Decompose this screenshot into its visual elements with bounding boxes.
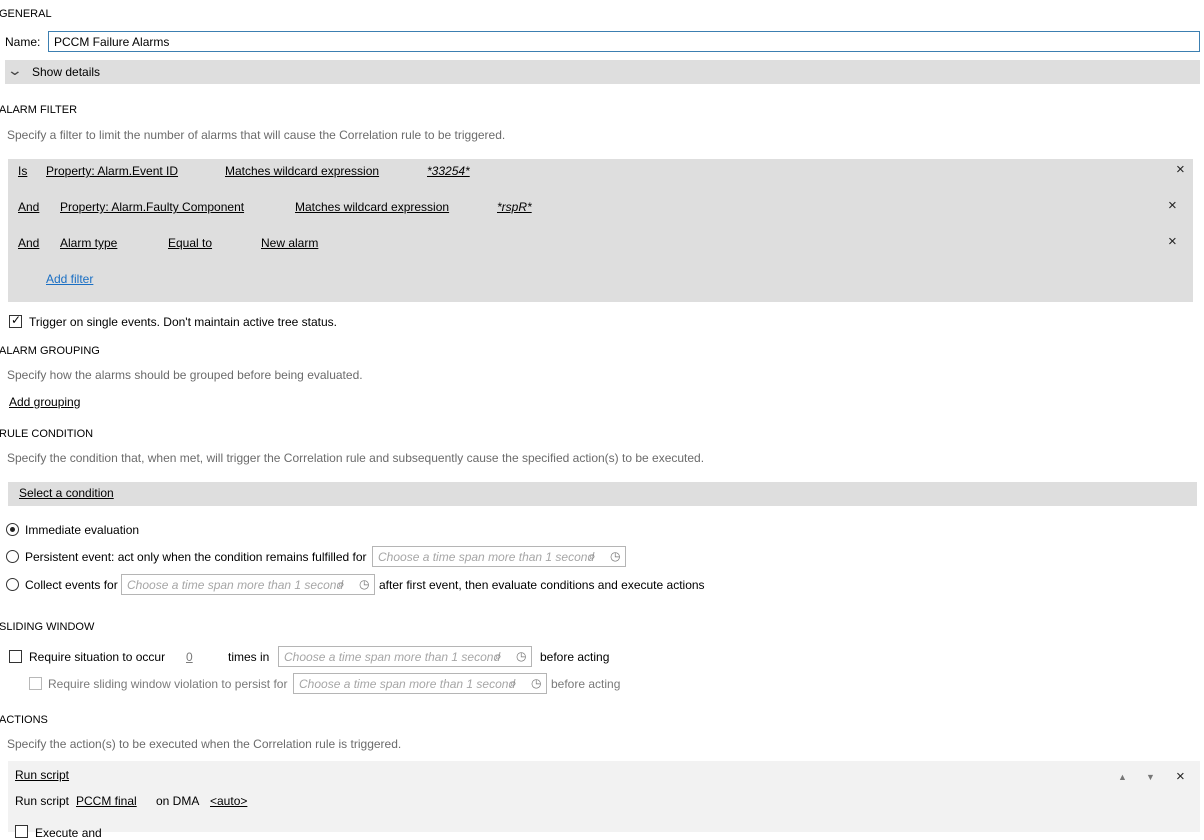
general-heading: GENERAL: [0, 8, 52, 20]
clock-icon[interactable]: ◷: [359, 577, 369, 591]
actions-heading: ACTIONS: [0, 714, 48, 726]
require-situation-checkbox[interactable]: [9, 650, 22, 663]
move-up-icon[interactable]: ▲: [1118, 772, 1127, 782]
name-label: Name:: [5, 35, 41, 49]
collect-timespan-input[interactable]: Choose a time span more than 1 second ⌕ …: [121, 574, 375, 595]
action-close-icon[interactable]: ×: [1176, 768, 1185, 785]
collect-events-label: Collect events for: [25, 578, 118, 592]
execute-label: Execute and: [35, 826, 102, 840]
show-details-label: Show details: [32, 65, 101, 79]
persistent-timespan-placeholder: Choose a time span more than 1 second: [378, 550, 595, 564]
alarm-grouping-heading: ALARM GROUPING: [0, 345, 100, 357]
alarm-filter-heading: ALARM FILTER: [0, 104, 78, 116]
violation-timespan-placeholder: Choose a time span more than 1 second: [299, 677, 516, 691]
violation-timespan-input[interactable]: Choose a time span more than 1 second ⌕ …: [293, 673, 547, 694]
situation-timespan-input[interactable]: Choose a time span more than 1 second ⌕ …: [278, 646, 532, 667]
action-title[interactable]: Run script: [15, 768, 69, 782]
alarm-filter-description: Specify a filter to limit the number of …: [7, 128, 506, 142]
show-details-bar[interactable]: ⌄ Show details: [5, 60, 1200, 84]
search-icon[interactable]: ⌕: [495, 649, 502, 664]
filter-row-2-comparison[interactable]: Matches wildcard expression: [295, 200, 449, 214]
select-condition-link[interactable]: Select a condition: [19, 486, 114, 500]
move-down-icon[interactable]: ▼: [1146, 772, 1155, 782]
filter-row-2-close-icon[interactable]: ×: [1168, 197, 1177, 214]
add-filter-link[interactable]: Add filter: [46, 272, 93, 286]
search-icon[interactable]: ⌕: [338, 577, 345, 592]
filter-row-3-comparison[interactable]: Equal to: [168, 236, 212, 250]
filter-row-1-property[interactable]: Property: Alarm.Event ID: [46, 164, 178, 178]
filter-row-1-comparison[interactable]: Matches wildcard expression: [225, 164, 379, 178]
clock-icon[interactable]: ◷: [531, 676, 541, 690]
before-acting-label: before acting: [540, 650, 610, 664]
search-icon[interactable]: ⌕: [589, 549, 596, 564]
search-icon[interactable]: ⌕: [510, 676, 517, 691]
actions-description: Specify the action(s) to be executed whe…: [7, 737, 402, 751]
clock-icon[interactable]: ◷: [516, 649, 526, 663]
rule-condition-description: Specify the condition that, when met, wi…: [7, 451, 705, 465]
alarm-grouping-description: Specify how the alarms should be grouped…: [7, 368, 363, 382]
situation-count[interactable]: 0: [186, 650, 193, 664]
persistent-event-radio[interactable]: [6, 550, 19, 563]
name-input[interactable]: [48, 31, 1200, 52]
clock-icon[interactable]: ◷: [610, 549, 620, 563]
filter-row-1-close-icon[interactable]: ×: [1176, 161, 1185, 178]
on-dma-label: on DMA: [156, 794, 200, 808]
filter-row-3-property[interactable]: Alarm type: [60, 236, 117, 250]
alarm-filter-panel: Is Property: Alarm.Event ID Matches wild…: [8, 159, 1193, 302]
situation-timespan-placeholder: Choose a time span more than 1 second: [284, 650, 501, 664]
chevron-down-icon: ⌄: [6, 62, 24, 78]
filter-row-2-value[interactable]: *rspR*: [497, 200, 532, 214]
filter-row-3-close-icon[interactable]: ×: [1168, 233, 1177, 250]
script-name-link[interactable]: PCCM final: [76, 794, 137, 808]
collect-events-radio[interactable]: [6, 578, 19, 591]
persistent-timespan-input[interactable]: Choose a time span more than 1 second ⌕ …: [372, 546, 626, 567]
filter-row-3-value[interactable]: New alarm: [261, 236, 318, 250]
trigger-single-checkbox[interactable]: ✓: [9, 313, 22, 328]
collect-timespan-placeholder: Choose a time span more than 1 second: [127, 578, 344, 592]
filter-row-1-value[interactable]: *33254*: [427, 164, 470, 178]
immediate-evaluation-radio[interactable]: [6, 523, 19, 536]
rule-condition-heading: RULE CONDITION: [0, 428, 94, 440]
require-violation-label: Require sliding window violation to pers…: [48, 677, 288, 691]
select-condition-bar: Select a condition: [8, 482, 1197, 506]
require-violation-checkbox[interactable]: [29, 677, 42, 690]
add-grouping-link[interactable]: Add grouping: [9, 395, 80, 409]
run-script-label: Run script: [15, 794, 70, 808]
persistent-event-label: Persistent event: act only when the cond…: [25, 550, 367, 564]
collect-after-label: after first event, then evaluate conditi…: [379, 578, 705, 592]
filter-row-3-op[interactable]: And: [18, 236, 39, 250]
action-panel: Run script ▲ ▼ × Run script PCCM final o…: [8, 761, 1200, 840]
immediate-evaluation-label: Immediate evaluation: [25, 523, 140, 537]
filter-row-2-property[interactable]: Property: Alarm.Faulty Component: [60, 200, 244, 214]
require-situation-label: Require situation to occur: [29, 650, 166, 664]
trigger-single-label: Trigger on single events. Don't maintain…: [29, 315, 337, 329]
sliding-window-heading: SLIDING WINDOW: [0, 621, 95, 633]
dma-value-link[interactable]: <auto>: [210, 794, 247, 808]
filter-row-2-op[interactable]: And: [18, 200, 39, 214]
filter-row-1-op[interactable]: Is: [18, 164, 27, 178]
times-in-label: times in: [228, 650, 270, 664]
violation-before-acting-label: before acting: [551, 677, 621, 691]
